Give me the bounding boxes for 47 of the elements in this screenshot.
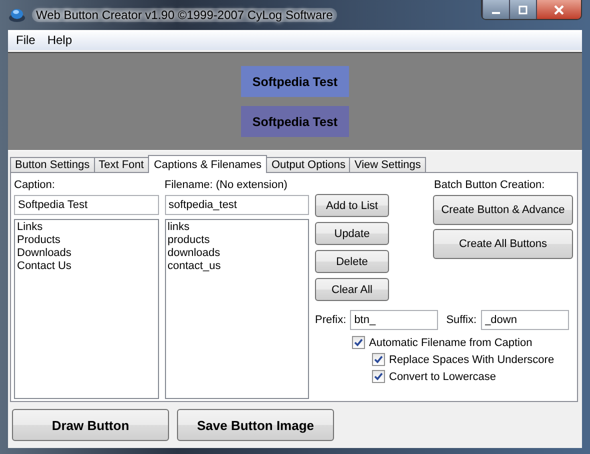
filename-list[interactable]: links products downloads contact_us [164,219,309,399]
batch-button[interactable]: Create All Buttons [433,229,573,259]
tab[interactable]: Output Options [266,157,350,172]
tab[interactable]: Text Font [94,157,149,172]
list-item[interactable]: products [168,234,306,247]
action-button[interactable]: Clear All [315,278,389,301]
tab[interactable]: View Settings [349,157,426,172]
checkbox-label: Replace Spaces With Underscore [389,354,554,366]
suffix-field[interactable]: _down [480,310,569,330]
caption-list[interactable]: Links Products Downloads Contact Us [14,219,158,399]
bottom-button[interactable]: Draw Button [12,409,169,441]
checkbox[interactable] [372,353,385,366]
app-icon [8,7,26,23]
tab[interactable]: Button Settings [10,157,95,172]
close-button[interactable] [536,0,581,19]
action-button[interactable]: Delete [315,250,389,273]
list-item[interactable]: Products [17,234,156,247]
field-label: Prefix: [315,314,346,326]
prefix-field[interactable]: btn_ [350,310,438,330]
list-item[interactable]: contact_us [168,260,306,273]
maximize-button[interactable] [509,0,536,19]
batch-button[interactable]: Create Button & Advance [433,195,573,225]
checkbox[interactable] [372,370,385,383]
menu-item[interactable]: Help [41,33,78,47]
close-icon [553,4,565,14]
list-item[interactable]: links [168,221,306,234]
minimize-button[interactable] [482,0,509,19]
bottom-button[interactable]: Save Button Image [177,409,334,441]
minimize-icon [492,12,500,14]
checkbox-label: Automatic Filename from Caption [369,336,532,348]
checkbox-label: Convert to Lowercase [389,370,496,382]
menu-item[interactable]: File [10,33,42,47]
list-item[interactable]: Downloads [17,247,156,260]
filename-field[interactable]: softpedia_test [164,195,309,215]
field-label: Suffix: [446,314,477,326]
section-label: Batch Button Creation: [433,179,546,191]
list-item[interactable]: Links [17,221,156,234]
checkbox[interactable] [352,336,365,349]
caption-field[interactable]: Softpedia Test [14,195,158,215]
field-label: Caption: [14,179,56,191]
list-item[interactable]: Contact Us [17,260,156,273]
tab[interactable]: Captions & Filenames [148,155,268,173]
action-button[interactable]: Add to List [315,194,389,217]
action-button[interactable]: Update [315,222,389,245]
field-label: Filename: (No extension) [164,179,288,191]
list-item[interactable]: downloads [168,247,306,260]
maximize-icon [518,4,528,14]
